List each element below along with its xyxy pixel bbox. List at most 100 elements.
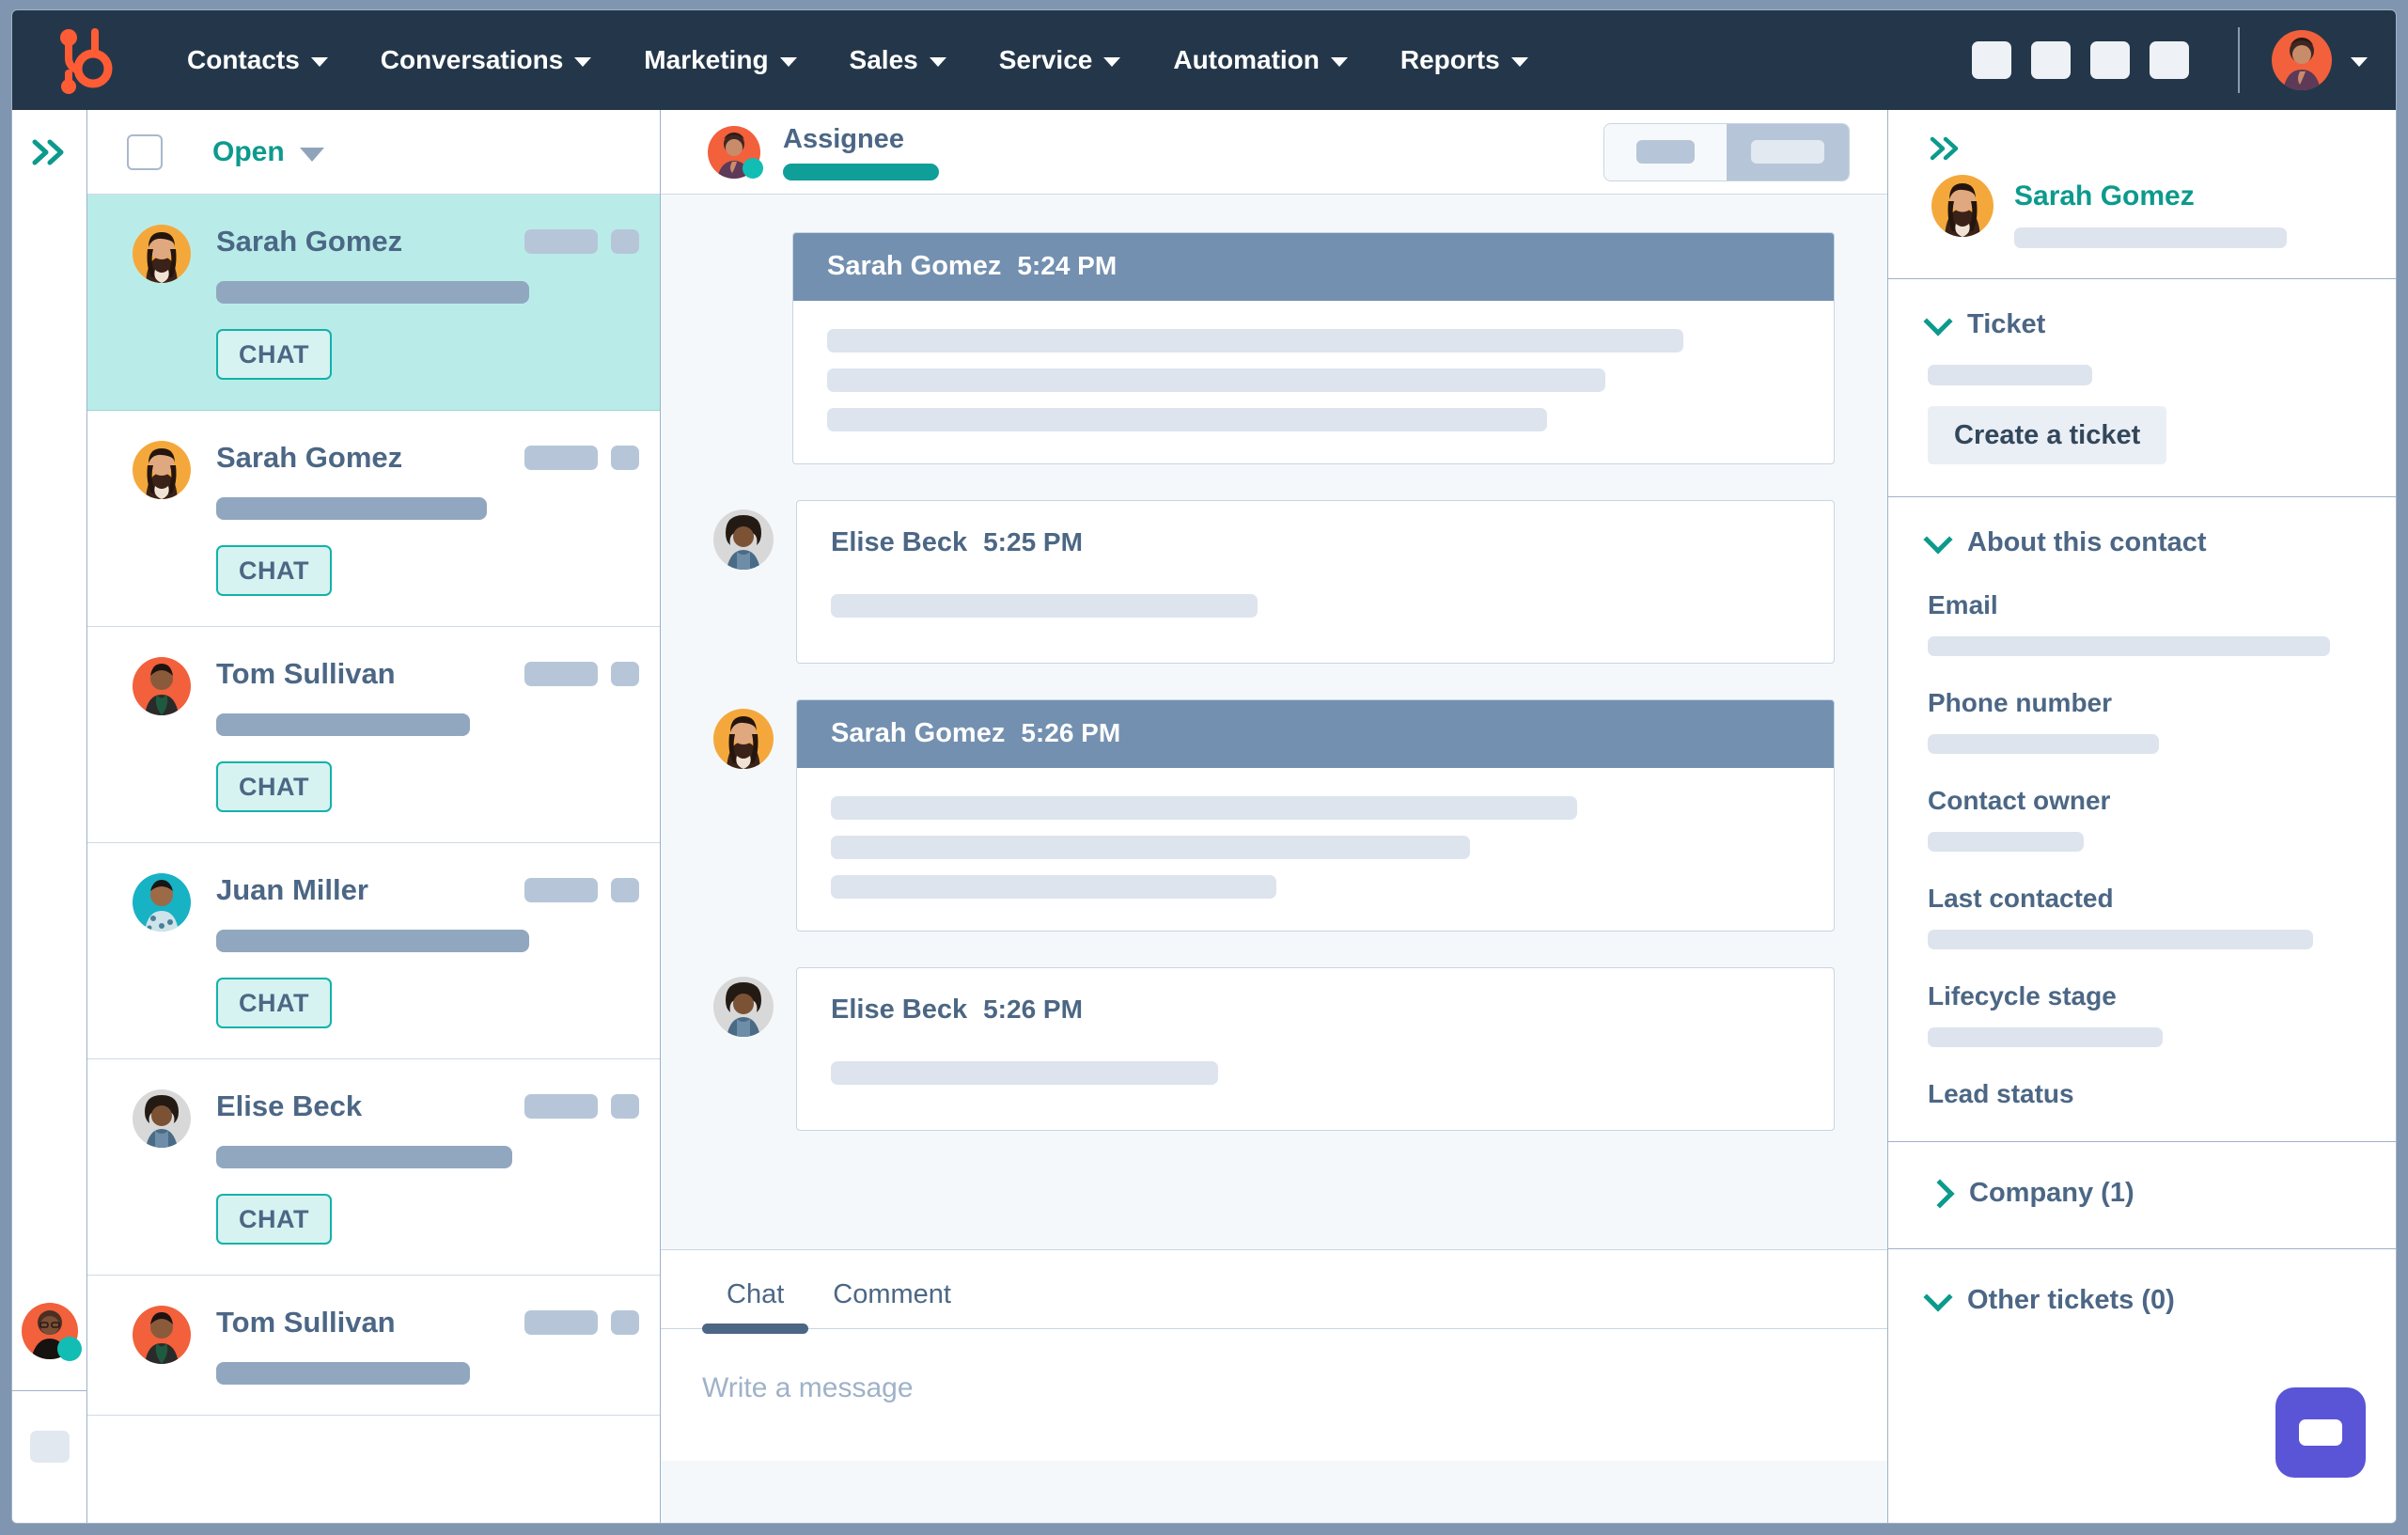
- list-item-preview-placeholder: [216, 281, 529, 304]
- message-sender: Sarah Gomez: [827, 251, 1001, 282]
- view-mode-right-icon: [1751, 140, 1824, 164]
- nav-item-service[interactable]: Service: [973, 36, 1148, 85]
- list-item[interactable]: Elise Beck CHAT: [87, 1059, 660, 1276]
- message-bubble[interactable]: Sarah Gomez 5:24 PM: [792, 232, 1835, 464]
- rail-agent-avatar-cell[interactable]: [12, 1271, 86, 1391]
- view-mode-option-left[interactable]: [1604, 124, 1727, 180]
- nav-item-sales[interactable]: Sales: [823, 36, 973, 85]
- ticket-section: Ticket Create a ticket: [1888, 279, 2396, 497]
- rail-placeholder-box[interactable]: [30, 1431, 70, 1463]
- list-item[interactable]: Juan Miller CHAT: [87, 843, 660, 1059]
- other-tickets-section-toggle[interactable]: Other tickets (0): [1928, 1285, 2356, 1316]
- message-body-placeholder: [797, 1029, 1834, 1130]
- view-mode-option-right[interactable]: [1727, 124, 1849, 180]
- field-value-placeholder[interactable]: [1928, 930, 2313, 949]
- field-lead-status: Lead status: [1928, 1079, 2356, 1109]
- expand-panel-button[interactable]: [1928, 134, 1965, 167]
- expand-sidebar-button[interactable]: [29, 136, 70, 173]
- nav-item-marketing[interactable]: Marketing: [618, 36, 822, 85]
- chat-widget-button[interactable]: [2275, 1387, 2366, 1478]
- about-section-toggle[interactable]: About this contact: [1928, 527, 2356, 558]
- channel-badge-chat[interactable]: CHAT: [216, 978, 332, 1028]
- nav-item-contacts[interactable]: Contacts: [161, 36, 354, 85]
- list-item[interactable]: Sarah Gomez CHAT: [87, 195, 660, 411]
- badge-placeholder: [611, 446, 639, 470]
- settings-icon[interactable]: [2031, 41, 2071, 79]
- field-phone-number: Phone number: [1928, 688, 2356, 754]
- text-line-placeholder: [831, 1061, 1218, 1085]
- account-menu[interactable]: [2272, 30, 2368, 90]
- contact-identity-text: Sarah Gomez: [2014, 175, 2287, 248]
- help-icon[interactable]: [2090, 41, 2130, 79]
- list-item-name: Tom Sullivan: [216, 657, 396, 691]
- list-item-meta-pills: [524, 662, 639, 686]
- nav-item-label: Conversations: [381, 45, 564, 75]
- notifications-icon[interactable]: [2150, 41, 2189, 79]
- company-section: Company (1): [1888, 1142, 2396, 1249]
- chevron-down-icon: [574, 57, 591, 67]
- assignee-selector[interactable]: Assignee: [708, 124, 939, 180]
- online-status-dot: [57, 1337, 82, 1361]
- message-list[interactable]: Sarah Gomez 5:24 PM: [661, 195, 1887, 1249]
- hubspot-sprocket-logo-icon[interactable]: [54, 26, 119, 94]
- message-sender: Elise Beck: [831, 527, 967, 558]
- list-item-preview-placeholder: [216, 1146, 512, 1168]
- message-timestamp: 5:26 PM: [1021, 718, 1120, 748]
- conversation-list-scroll[interactable]: Sarah Gomez CHAT: [87, 195, 660, 1523]
- ticket-section-toggle[interactable]: Ticket: [1928, 309, 2356, 340]
- tab-comment[interactable]: Comment: [808, 1279, 976, 1328]
- list-item[interactable]: Sarah Gomez CHAT: [87, 411, 660, 627]
- chevron-down-icon: [1103, 57, 1120, 67]
- avatar: [133, 1089, 191, 1148]
- nav-item-label: Marketing: [644, 45, 768, 75]
- chevron-down-icon: [1511, 57, 1528, 67]
- conversation-list-header: Open: [87, 110, 660, 195]
- status-filter-dropdown[interactable]: Open: [212, 136, 324, 168]
- company-section-toggle[interactable]: Company (1): [1928, 1178, 2356, 1209]
- nav-item-automation[interactable]: Automation: [1147, 36, 1374, 85]
- contact-name-link[interactable]: Sarah Gomez: [2014, 180, 2287, 212]
- list-item[interactable]: Tom Sullivan CHAT: [87, 627, 660, 843]
- channel-badge-chat[interactable]: CHAT: [216, 545, 332, 596]
- message-bubble[interactable]: Elise Beck 5:26 PM: [796, 967, 1835, 1131]
- timestamp-placeholder: [524, 446, 598, 470]
- field-value-placeholder[interactable]: [1928, 636, 2330, 656]
- left-rail: [12, 110, 87, 1523]
- field-value-placeholder[interactable]: [1928, 832, 2084, 852]
- create-ticket-button[interactable]: Create a ticket: [1928, 406, 2166, 464]
- nav-item-label: Automation: [1173, 45, 1320, 75]
- contact-header-section: Sarah Gomez: [1888, 110, 2396, 279]
- select-all-checkbox[interactable]: [127, 134, 163, 170]
- list-item[interactable]: Tom Sullivan: [87, 1276, 660, 1416]
- message-header: Elise Beck 5:25 PM: [797, 501, 1834, 562]
- nav-item-conversations[interactable]: Conversations: [354, 36, 618, 85]
- message-timestamp: 5:25 PM: [983, 527, 1083, 557]
- marketplace-icon[interactable]: [1972, 41, 2011, 79]
- message-bubble[interactable]: Sarah Gomez 5:26 PM: [796, 699, 1835, 932]
- list-item-name: Sarah Gomez: [216, 225, 402, 258]
- conversation-thread-panel: Assignee: [661, 110, 1888, 1523]
- message-sender: Elise Beck: [831, 995, 967, 1026]
- field-value-placeholder[interactable]: [1928, 1027, 2163, 1047]
- list-item-preview-placeholder: [216, 713, 470, 736]
- field-last-contacted: Last contacted: [1928, 884, 2356, 949]
- channel-badge-chat[interactable]: CHAT: [216, 329, 332, 380]
- timestamp-placeholder: [524, 878, 598, 902]
- view-mode-toggle[interactable]: [1603, 123, 1850, 181]
- nav-item-reports[interactable]: Reports: [1374, 36, 1555, 85]
- text-line-placeholder: [831, 836, 1470, 859]
- chevron-down-icon: [780, 57, 797, 67]
- message-bubble[interactable]: Elise Beck 5:25 PM: [796, 500, 1835, 664]
- assignee-text: Assignee: [783, 124, 939, 180]
- message-input[interactable]: Write a message: [661, 1329, 1887, 1461]
- avatar: [133, 225, 191, 283]
- tab-chat[interactable]: Chat: [702, 1279, 808, 1328]
- badge-placeholder: [611, 229, 639, 254]
- field-label: Lifecycle stage: [1928, 981, 2356, 1011]
- message-sender: Sarah Gomez: [831, 718, 1005, 749]
- timestamp-placeholder: [524, 1094, 598, 1119]
- channel-badge-chat[interactable]: CHAT: [216, 761, 332, 812]
- contact-identity[interactable]: Sarah Gomez: [1928, 175, 2396, 248]
- channel-badge-chat[interactable]: CHAT: [216, 1194, 332, 1245]
- field-value-placeholder[interactable]: [1928, 734, 2159, 754]
